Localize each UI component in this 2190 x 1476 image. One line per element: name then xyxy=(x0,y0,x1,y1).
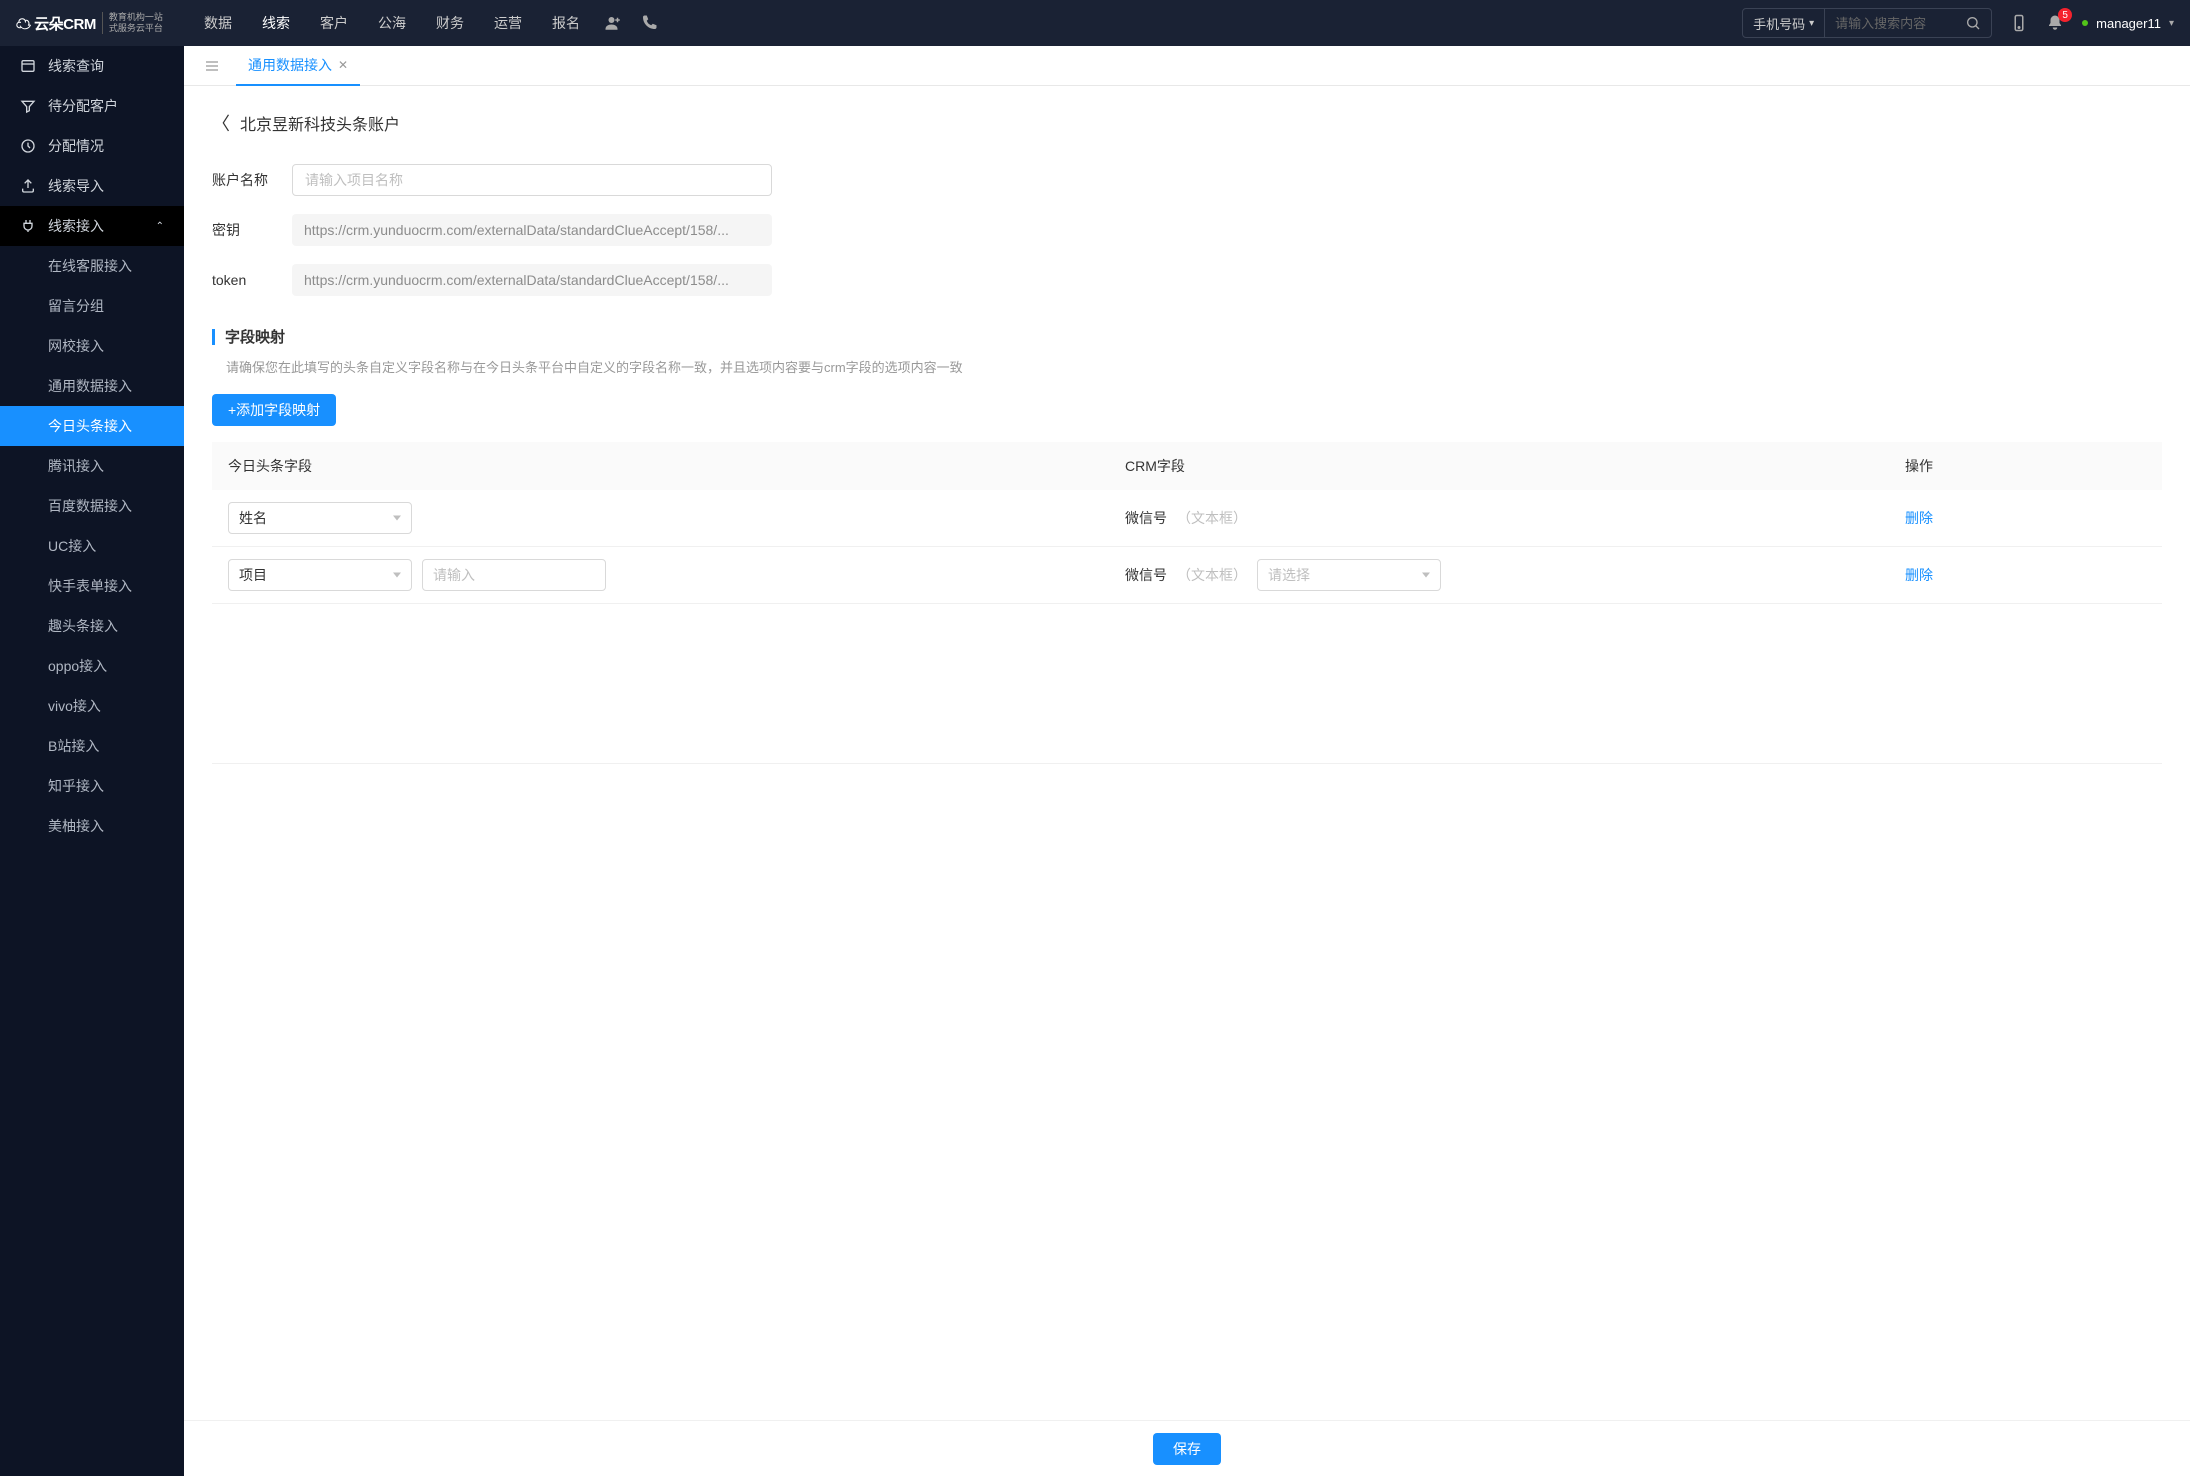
token-label: token xyxy=(212,272,292,288)
sidebar-sub-item[interactable]: 网校接入 xyxy=(0,326,184,366)
crm-field-type: （文本框） xyxy=(1177,565,1247,585)
page-title: 北京昱新科技头条账户 xyxy=(240,111,400,135)
top-nav-item[interactable]: 线索 xyxy=(262,13,290,33)
sidebar-sub-item[interactable]: 腾讯接入 xyxy=(0,446,184,486)
content: 〈 北京昱新科技头条账户 账户名称 密钥 https://crm.yunduoc… xyxy=(184,86,2190,1420)
delete-link[interactable]: 删除 xyxy=(1905,567,1933,583)
plug-icon xyxy=(20,218,36,234)
sidebar-item[interactable]: 待分配客户 xyxy=(0,86,184,126)
chevron-up-icon: ⌃ xyxy=(156,221,164,232)
phone-icon[interactable] xyxy=(640,14,658,32)
user-menu[interactable]: manager11 ▾ xyxy=(2082,16,2174,31)
sidebar-sub-item[interactable]: 百度数据接入 xyxy=(0,486,184,526)
section-title: 字段映射 xyxy=(212,326,2162,347)
username: manager11 xyxy=(2096,16,2161,31)
top-nav-item[interactable]: 公海 xyxy=(378,13,406,33)
crm-field-select[interactable]: 请选择 xyxy=(1257,559,1441,591)
sidebar-sub-item[interactable]: 在线客服接入 xyxy=(0,246,184,286)
logo-sub: 教育机构一站 式服务云平台 xyxy=(102,12,163,34)
search-input[interactable] xyxy=(1825,16,1955,31)
crm-field-name: 微信号 xyxy=(1125,565,1167,585)
sidebar-item[interactable]: 线索查询 xyxy=(0,46,184,86)
top-nav-item[interactable]: 运营 xyxy=(494,13,522,33)
top-nav-item[interactable]: 报名 xyxy=(552,13,580,33)
delete-link[interactable]: 删除 xyxy=(1905,510,1933,526)
sidebar-sub-item[interactable]: 今日头条接入 xyxy=(0,406,184,446)
token-value[interactable]: https://crm.yunduocrm.com/externalData/s… xyxy=(292,264,772,296)
key-label: 密钥 xyxy=(212,220,292,240)
sidebar-item[interactable]: 线索导入 xyxy=(0,166,184,206)
sidebar-item[interactable]: 分配情况 xyxy=(0,126,184,166)
account-name-input[interactable] xyxy=(292,164,772,196)
top-nav-item[interactable]: 财务 xyxy=(436,13,464,33)
sidebar-item[interactable]: 线索接入⌃ xyxy=(0,206,184,246)
chevron-down-icon: ▾ xyxy=(2169,18,2174,29)
top-nav: 数据 线索 客户 公海 财务 运营 报名 xyxy=(204,13,580,33)
top-header: ☁ 云朵CRM 教育机构一站 式服务云平台 数据 线索 客户 公海 财务 运营 报名 手机号… xyxy=(0,0,2190,46)
sidebar-sub-item[interactable]: vivo接入 xyxy=(0,686,184,726)
sidebar: 线索查询待分配客户分配情况线索导入线索接入⌃在线客服接入留言分组网校接入通用数据… xyxy=(0,46,184,1476)
save-button[interactable]: 保存 xyxy=(1153,1433,1221,1465)
sidebar-sub-item[interactable]: 留言分组 xyxy=(0,286,184,326)
top-extra-icons xyxy=(604,14,658,32)
crm-field-type: （文本框） xyxy=(1177,508,1247,528)
tabs-bar: 通用数据接入 ✕ xyxy=(184,46,2190,86)
top-nav-item[interactable]: 客户 xyxy=(320,13,348,33)
breadcrumb: 〈 北京昱新科技头条账户 xyxy=(212,110,2162,136)
toutiao-field-select[interactable]: 姓名 xyxy=(228,502,412,534)
upload-icon xyxy=(20,178,36,194)
user-add-icon[interactable] xyxy=(604,14,622,32)
logo: ☁ 云朵CRM 教育机构一站 式服务云平台 xyxy=(16,12,184,34)
back-icon[interactable]: 〈 xyxy=(212,110,230,136)
col-action: 操作 xyxy=(1889,442,2162,490)
top-nav-item[interactable]: 数据 xyxy=(204,13,232,33)
sidebar-sub-item[interactable]: 通用数据接入 xyxy=(0,366,184,406)
table-row: 项目 微信号 （文本框） 请选择 删除 xyxy=(212,547,2162,604)
filter-icon xyxy=(20,98,36,114)
section-bar-icon xyxy=(212,329,215,345)
tab-label: 通用数据接入 xyxy=(248,55,332,75)
sidebar-sub-item[interactable]: UC接入 xyxy=(0,526,184,566)
table-row: 姓名 微信号 （文本框） 删除 xyxy=(212,490,2162,547)
toutiao-field-select[interactable]: 项目 xyxy=(228,559,412,591)
key-value[interactable]: https://crm.yunduocrm.com/externalData/s… xyxy=(292,214,772,246)
search-icon[interactable] xyxy=(1955,15,1991,31)
list-icon xyxy=(20,58,36,74)
col-crm-field: CRM字段 xyxy=(1109,442,1889,490)
sidebar-sub-item[interactable]: 趣头条接入 xyxy=(0,606,184,646)
section-title-text: 字段映射 xyxy=(225,326,285,347)
main: 通用数据接入 ✕ 〈 北京昱新科技头条账户 账户名称 密钥 https://cr… xyxy=(184,46,2190,1476)
sidebar-sub-item[interactable]: 知乎接入 xyxy=(0,766,184,806)
crm-field-name: 微信号 xyxy=(1125,508,1167,528)
logo-brand: ☁ 云朵CRM xyxy=(16,13,96,34)
notification-badge: 5 xyxy=(2058,8,2072,22)
sidebar-sub-item[interactable]: 快手表单接入 xyxy=(0,566,184,606)
toutiao-field-input[interactable] xyxy=(422,559,606,591)
clock-icon xyxy=(20,138,36,154)
top-right: 手机号码 ▾ 5 manager11 ▾ xyxy=(1742,8,2174,38)
search-type-select[interactable]: 手机号码 ▾ xyxy=(1743,9,1825,37)
tab-active[interactable]: 通用数据接入 ✕ xyxy=(236,46,360,86)
search-box: 手机号码 ▾ xyxy=(1742,8,1992,38)
footer: 保存 xyxy=(184,1420,2190,1476)
sidebar-sub-item[interactable]: oppo接入 xyxy=(0,646,184,686)
bell-icon[interactable]: 5 xyxy=(2046,14,2064,32)
col-toutiao-field: 今日头条字段 xyxy=(212,442,1109,490)
collapse-sidebar-icon[interactable] xyxy=(196,58,228,74)
chevron-down-icon: ▾ xyxy=(1809,18,1814,29)
status-dot-icon xyxy=(2082,20,2088,26)
field-mapping-table: 今日头条字段 CRM字段 操作 姓名微信号（文本框）删除项目微信号（文本框）请选… xyxy=(212,442,2162,604)
section-hint: 请确保您在此填写的头条自定义字段名称与在今日头条平台中自定义的字段名称一致，并且… xyxy=(212,357,2162,376)
account-name-label: 账户名称 xyxy=(212,170,292,190)
mobile-icon[interactable] xyxy=(2010,14,2028,32)
add-field-mapping-button[interactable]: +添加字段映射 xyxy=(212,394,336,426)
sidebar-sub-item[interactable]: B站接入 xyxy=(0,726,184,766)
close-icon[interactable]: ✕ xyxy=(338,58,348,72)
sidebar-sub-item[interactable]: 美柚接入 xyxy=(0,806,184,846)
